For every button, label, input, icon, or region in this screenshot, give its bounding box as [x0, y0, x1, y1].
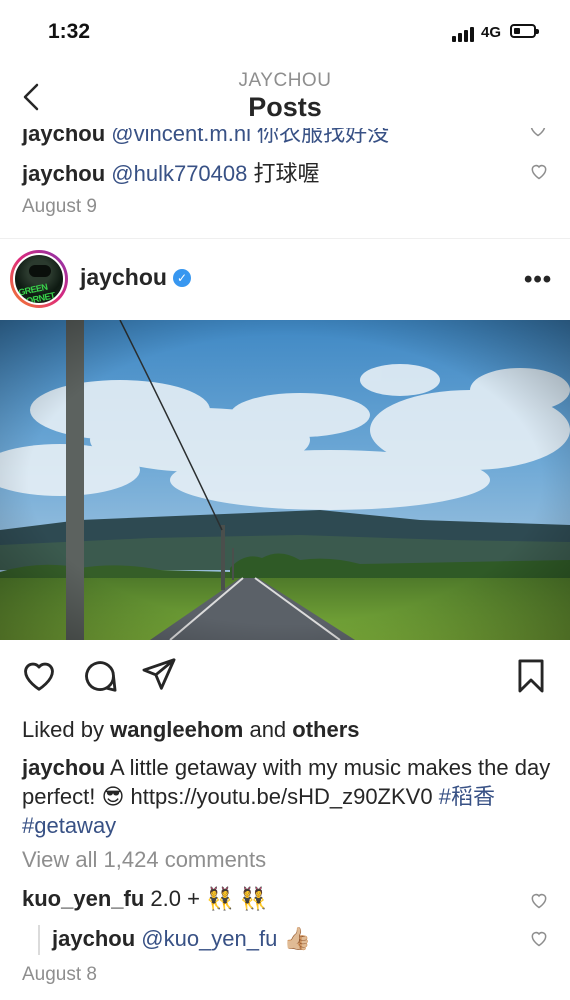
hashtag-link[interactable]: #getaway	[22, 813, 116, 838]
avatar-logo-text: GREEN HORNET	[17, 281, 56, 305]
bookmark-outline-icon[interactable]	[512, 657, 550, 695]
likes-summary: Liked by wangleehom and others	[22, 715, 360, 744]
cut-off-comment: jaychou @vincent.m.ni 你衣服找好没	[0, 128, 570, 146]
reply-row: jaychou @kuo_yen_fu 👍🏼	[52, 926, 311, 952]
more-options-icon[interactable]: •••	[524, 266, 552, 294]
like-heart-icon[interactable]	[20, 656, 58, 694]
comment-heart-icon[interactable]	[529, 928, 549, 948]
liked-user[interactable]: wangleehom	[110, 717, 243, 742]
liked-others[interactable]: others	[292, 717, 359, 742]
post-caption: jaychou A little getaway with my music m…	[22, 753, 552, 840]
divider	[0, 238, 570, 239]
comment-text: 2.0 + 👯 👯	[150, 886, 267, 911]
comment-row: kuo_yen_fu 2.0 + 👯 👯	[22, 886, 267, 912]
network-label: 4G	[481, 24, 502, 41]
reply-thread-line	[38, 925, 40, 955]
comment-heart-icon[interactable]	[529, 161, 549, 181]
comment-row: jaychou @hulk770408 打球喔	[22, 156, 320, 188]
caption-username[interactable]: jaychou	[22, 755, 105, 780]
post-date: August 9	[22, 196, 97, 217]
comment-heart-icon[interactable]	[529, 890, 549, 910]
post-photo[interactable]	[0, 320, 570, 640]
landscape-image	[0, 320, 570, 640]
comment-bubble-icon[interactable]	[81, 657, 119, 695]
comment-heart-icon[interactable]	[528, 128, 548, 138]
share-paper-plane-icon[interactable]	[140, 655, 178, 693]
signal-icon	[452, 24, 474, 42]
battery-icon	[510, 24, 539, 38]
profile-name-subtitle: JAYCHOU	[238, 70, 332, 91]
status-time: 1:32	[48, 20, 91, 43]
reply-username[interactable]: jaychou	[52, 926, 135, 951]
comment-text: @vincent.m.ni 你衣服找好没	[111, 128, 390, 146]
post-date: August 8	[22, 964, 97, 985]
liked-prefix: Liked by	[22, 717, 104, 742]
liked-and: and	[249, 717, 287, 742]
comment-text: 打球喔	[253, 161, 320, 186]
view-all-comments-link[interactable]: View all 1,424 comments	[22, 847, 266, 873]
page-title: Posts	[248, 92, 322, 122]
post-username[interactable]: jaychou	[80, 264, 167, 291]
comment-username[interactable]: jaychou	[22, 161, 105, 186]
reply-text: 👍🏼	[283, 926, 311, 951]
comment-mention[interactable]: @hulk770408	[111, 161, 247, 186]
comment-username[interactable]: jaychou	[22, 128, 105, 146]
comment-username[interactable]: kuo_yen_fu	[22, 886, 144, 911]
verified-badge-icon: ✓	[173, 269, 191, 287]
mask-graphic	[29, 265, 51, 277]
reply-mention[interactable]: @kuo_yen_fu	[141, 926, 277, 951]
avatar[interactable]: GREEN HORNET	[10, 250, 68, 308]
hashtag-link[interactable]: #稻香	[439, 784, 495, 809]
